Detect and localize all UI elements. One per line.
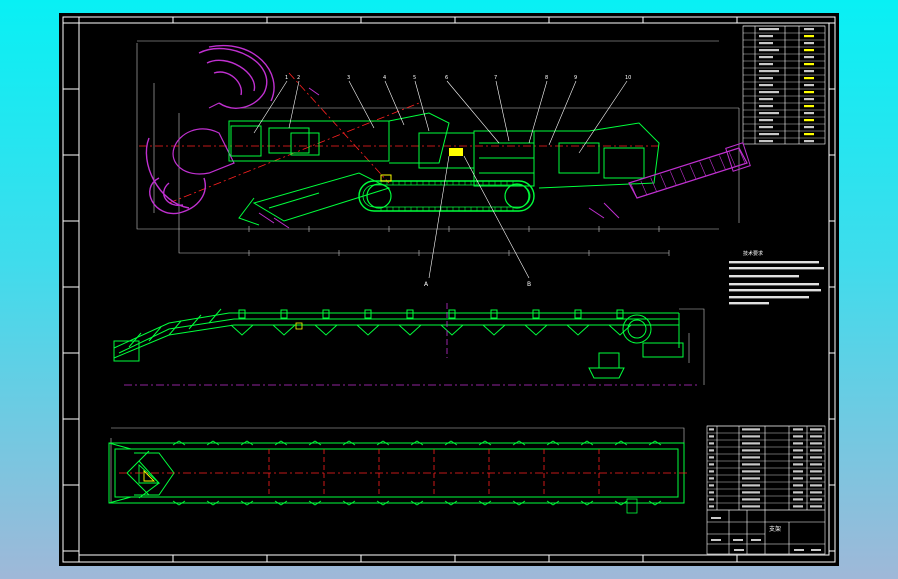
callout-number: 1: [285, 75, 288, 81]
drawing-border: [62, 16, 836, 563]
cad-drawing-canvas: 支架 技术要求 1 2 3 4 5 6 7 8 9 10 A B: [59, 13, 839, 566]
title-block: [707, 510, 825, 554]
callout-number: 9: [574, 75, 577, 81]
cutter-head-upper: [198, 44, 275, 109]
loading-shovel: [238, 172, 391, 226]
technical-notes: [729, 261, 824, 305]
rear-conveyor: [628, 142, 751, 199]
machine-body: [228, 112, 660, 189]
section-label-b: B: [527, 281, 531, 288]
notes-heading: 技术要求: [743, 250, 763, 257]
bom-table: [706, 425, 826, 555]
highlight-marker: [449, 148, 463, 156]
cutter-drum: [172, 128, 235, 175]
callout-number: 8: [545, 75, 548, 81]
callout-number: 4: [383, 75, 386, 81]
conveyor-plan-view: [108, 427, 689, 514]
section-label-a: A: [424, 281, 429, 288]
cutter-head-lower: [145, 137, 206, 215]
border-zone-ticks: [63, 17, 835, 562]
tail-triangle: [138, 463, 161, 484]
callout-number: 5: [413, 75, 416, 81]
callout-number: 3: [347, 75, 350, 81]
conveyor-side-view: [113, 303, 705, 386]
title-block-label: 支架: [769, 525, 781, 533]
callout-number: 6: [445, 75, 448, 81]
callout-number: 2: [297, 75, 300, 81]
main-elevation-view: 1 2 3 4 5 6 7 8 9 10 A B: [136, 40, 751, 288]
part-callouts: 1 2 3 4 5 6 7 8 9 10: [253, 75, 631, 154]
callout-number: 7: [494, 75, 497, 81]
callout-number: 10: [625, 75, 631, 81]
